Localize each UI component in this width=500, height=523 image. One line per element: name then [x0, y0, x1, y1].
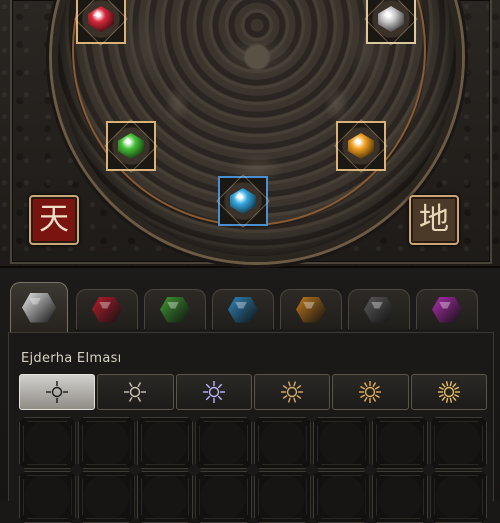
grade-3-icon	[202, 381, 225, 403]
inventory-slot[interactable]	[195, 417, 252, 469]
gem-content-area: Ejderha Elması	[8, 332, 494, 523]
sapphire-gem-slot[interactable]	[218, 176, 268, 226]
tab-sapphire[interactable]	[212, 289, 274, 329]
inventory-slot[interactable]	[77, 471, 135, 523]
sapphire-gem-icon	[228, 296, 258, 323]
earth-rune-button[interactable]: 地	[409, 195, 459, 245]
section-title: Ejderha Elması	[21, 351, 122, 366]
grade-selector	[19, 374, 487, 410]
grade-button-1[interactable]	[19, 374, 96, 410]
onyx-gem-slot[interactable]	[366, 0, 416, 44]
topaz-gem-icon	[348, 133, 374, 159]
grade-button-4[interactable]	[253, 374, 331, 410]
amethyst-gem-icon	[432, 296, 462, 323]
ruby-gem-icon	[92, 296, 122, 323]
topaz-gem-icon	[296, 296, 326, 323]
sapphire-gem-icon	[230, 188, 256, 214]
tab-emerald[interactable]	[144, 289, 206, 329]
grade-button-2[interactable]	[97, 374, 174, 410]
earth-rune-glyph: 地	[419, 202, 449, 237]
gem-inventory-panel: Ejderha Elması	[0, 268, 500, 523]
heaven-rune-button[interactable]: 天	[29, 195, 79, 245]
tab-ruby[interactable]	[76, 289, 138, 329]
tab-diamond[interactable]	[10, 282, 68, 332]
grade-6-icon	[437, 381, 460, 403]
emerald-gem-slot[interactable]	[106, 121, 156, 171]
inventory-slot[interactable]	[19, 417, 76, 469]
inventory-slot[interactable]	[19, 471, 76, 523]
inventory-slot[interactable]	[312, 471, 370, 523]
dragon-disc-panel: 天 地	[0, 0, 500, 268]
ruby-gem-icon	[88, 6, 114, 32]
topaz-gem-slot[interactable]	[336, 121, 386, 171]
tab-amethyst[interactable]	[416, 289, 478, 329]
inventory-slot[interactable]	[430, 471, 487, 523]
inventory-slot[interactable]	[195, 471, 252, 523]
emerald-gem-icon	[160, 296, 190, 323]
inventory-slot[interactable]	[136, 471, 194, 523]
inventory-slot[interactable]	[77, 417, 135, 469]
inventory-slot[interactable]	[371, 417, 429, 469]
grade-4-icon	[281, 381, 304, 403]
inventory-slot[interactable]	[136, 417, 194, 469]
emerald-gem-icon	[118, 133, 144, 159]
grade-button-5[interactable]	[332, 374, 409, 410]
gem-slot-grid	[19, 417, 487, 523]
grade-button-3[interactable]	[175, 374, 252, 410]
inventory-slot[interactable]	[430, 417, 487, 469]
inventory-slot[interactable]	[254, 471, 311, 523]
inventory-slot[interactable]	[371, 471, 429, 523]
inventory-slot[interactable]	[312, 417, 370, 469]
ruby-gem-slot[interactable]	[76, 0, 126, 44]
inventory-slot[interactable]	[254, 417, 311, 469]
onyx-gem-icon	[378, 6, 404, 32]
gem-tab-strip	[0, 268, 500, 332]
tab-onyx[interactable]	[348, 289, 410, 329]
grade-button-6[interactable]	[410, 374, 487, 410]
tab-topaz[interactable]	[280, 289, 342, 329]
onyx-gem-icon	[364, 296, 394, 323]
grade-1-icon	[46, 381, 69, 403]
grade-2-icon	[124, 382, 147, 402]
heaven-rune-glyph: 天	[39, 202, 69, 237]
grade-5-icon	[359, 381, 382, 403]
diamond-gem-icon	[22, 292, 56, 323]
